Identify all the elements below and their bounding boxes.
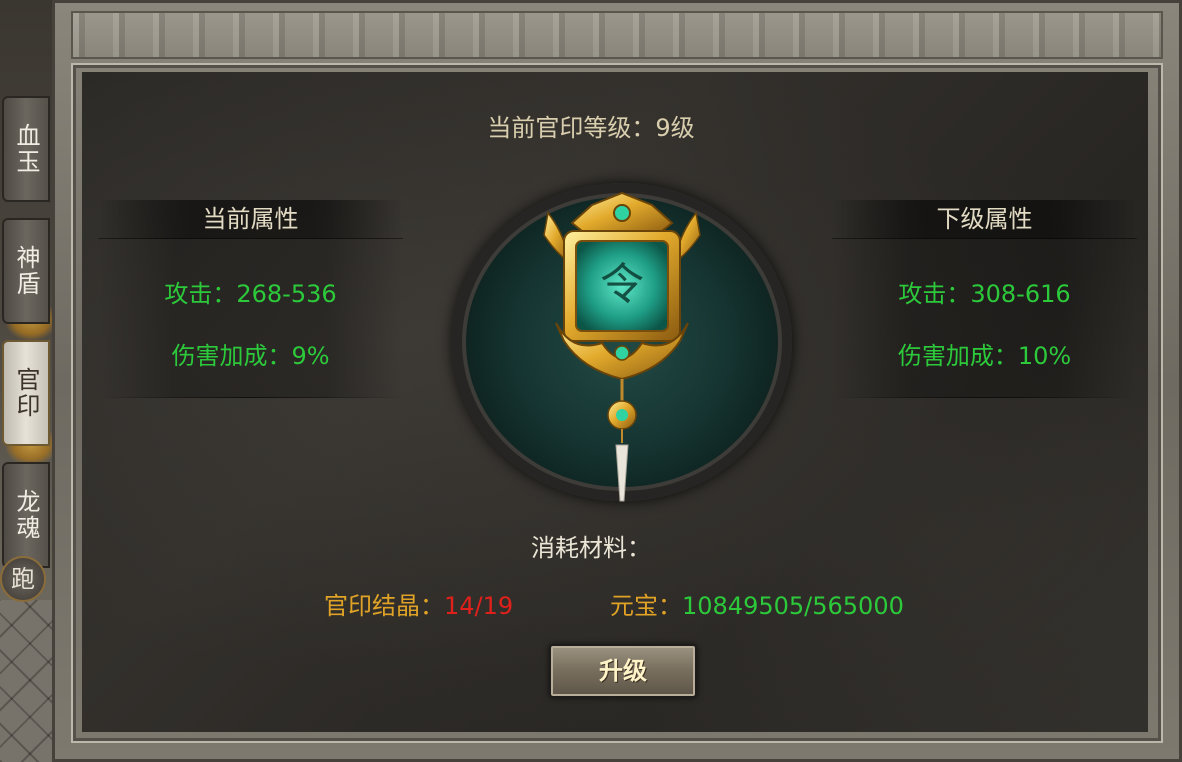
seal-glyph: 令 [600,259,644,310]
seal-level-title: 当前官印等级：9级 [487,114,695,142]
ingot-label: 元宝： [610,592,682,620]
next-damage-bonus: 伤害加成：10% [897,342,1072,370]
stone-floor [0,600,60,762]
tab-divine-shield[interactable]: 神盾 [2,218,50,324]
current-attack: 攻击：268-536 [164,280,337,308]
current-damage-bonus: 伤害加成：9% [171,342,330,370]
divider [98,397,403,398]
cost-materials-label: 消耗材料： [531,534,651,562]
upgrade-button[interactable]: 升级 [549,644,697,698]
current-attributes-panel: 当前属性 攻击：268-536 伤害加成：9% [98,200,403,398]
current-attributes-header: 当前属性 [98,200,403,239]
seal-crystal-cost: 官印结晶：14/19 [324,586,513,621]
official-seal-window: 血玉 神盾 官印 龙魂 跑 当前官印等级：9级 当前属性 攻击：268-536 … [0,0,1182,762]
seal-crystal-label: 官印结晶： [324,592,444,620]
frame-top-ornament [71,11,1163,59]
next-attributes-panel: 下级属性 攻击：308-616 伤害加成：10% [832,200,1137,398]
ingot-cost: 元宝：10849505/565000 [610,586,904,621]
ingot-value: 10849505/565000 [682,592,904,620]
official-seal-icon [543,191,701,502]
next-attributes-header: 下级属性 [832,200,1137,239]
seal-crystal-value: 14/19 [444,592,514,620]
tab-official-seal[interactable]: 官印 [2,340,50,446]
divider [832,397,1137,398]
next-attack: 攻击：308-616 [898,280,1071,308]
